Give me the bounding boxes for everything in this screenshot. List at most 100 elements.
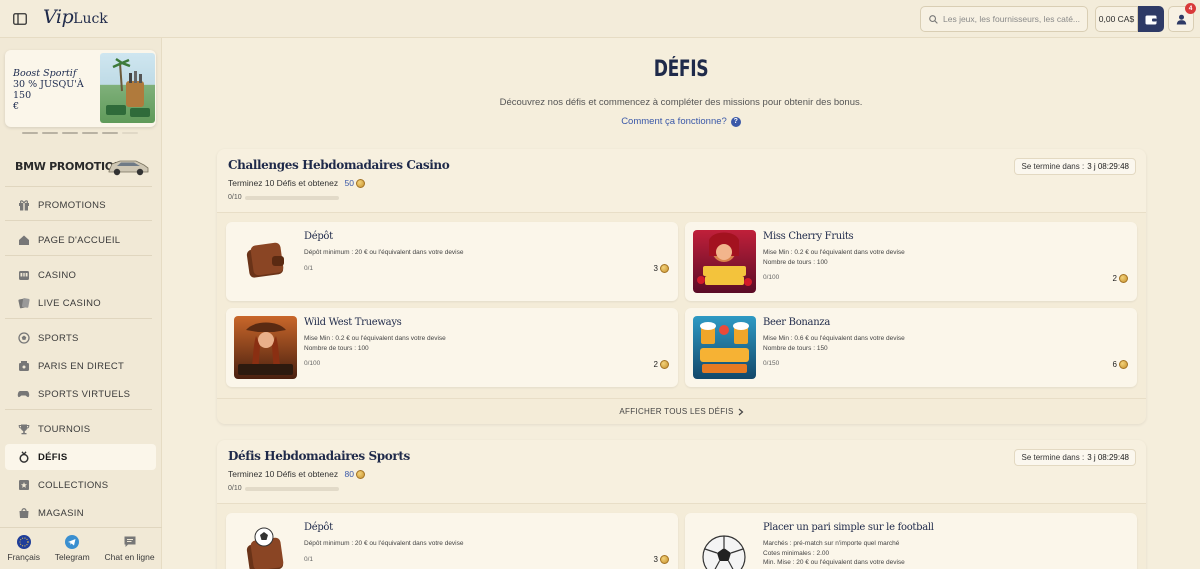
- how-it-works-label: Comment ça fonctionne?: [621, 116, 727, 127]
- goal-text: Terminez 10 Défis et obtenez: [228, 178, 339, 188]
- search-input[interactable]: [943, 14, 1083, 24]
- challenge-card-football-single-bet[interactable]: Placer un pari simple sur le football Ma…: [685, 513, 1137, 569]
- promo-text: Boost Sportif 30 % JUSQU'À 150 €: [13, 68, 84, 112]
- sidebar-item-label: LIVE CASINO: [38, 297, 101, 309]
- sidebar-divider: [5, 409, 152, 410]
- carousel-dots: [22, 132, 138, 134]
- section-header: Défis Hebdomadaires Sports Terminez 10 D…: [217, 440, 1146, 504]
- progress-bar: [244, 195, 339, 200]
- card-progress: 0/100: [304, 360, 321, 367]
- coin-icon: [660, 360, 669, 369]
- challenge-card-deposit[interactable]: Dépôt Dépôt minimum : 20 € ou l'équivale…: [226, 513, 678, 569]
- sidebar-item-home[interactable]: PAGE D'ACCUEIL: [5, 227, 156, 253]
- card-reward: 3: [654, 264, 669, 273]
- eu-flag-icon: [16, 535, 31, 549]
- promo-banner[interactable]: Boost Sportif 30 % JUSQU'À 150 €: [5, 50, 156, 127]
- site-logo[interactable]: VipLuck: [43, 6, 108, 32]
- miss-cherry-fruits-thumbnail: [693, 230, 756, 293]
- sidebar-item-challenges[interactable]: DÉFIS: [5, 444, 156, 470]
- card-title: Miss Cherry Fruits: [763, 231, 854, 242]
- sidebar-item-label: DÉFIS: [38, 451, 68, 463]
- promo-image: [100, 53, 155, 123]
- section-progress: 0/10: [228, 485, 339, 492]
- challenge-card-wild-west-trueways[interactable]: Wild West Trueways Mise Min : 0.2 € ou l…: [226, 308, 678, 387]
- card-description: Dépôt minimum : 20 € ou l'équivalent dan…: [304, 249, 464, 256]
- balance-display[interactable]: 0,00 CA$: [1095, 6, 1138, 32]
- sidebar-item-shop[interactable]: MAGASIN: [5, 500, 156, 526]
- bmw-promotion-link[interactable]: BMW PROMOTION: [5, 148, 156, 185]
- beer-bonanza-thumbnail: [693, 316, 756, 379]
- telegram-icon: [65, 535, 80, 549]
- account-button[interactable]: 4: [1168, 3, 1196, 32]
- section-progress: 0/10: [228, 194, 339, 201]
- telegram-link[interactable]: Telegram: [55, 535, 90, 562]
- sidebar-item-label: CASINO: [38, 269, 77, 281]
- progress-bar: [244, 486, 339, 491]
- countdown-badge: Se termine dans :3 j 08:29:48: [1014, 449, 1136, 466]
- countdown-value: 3 j 08:29:48: [1087, 453, 1129, 462]
- sidebar-item-label: PARIS EN DIRECT: [38, 360, 125, 372]
- sidebar-item-label: PROMOTIONS: [38, 199, 106, 211]
- card-reward: 2: [1113, 274, 1128, 283]
- sidebar-divider: [5, 220, 152, 221]
- wallet-football-image: [234, 521, 297, 569]
- section-title: Challenges Hebdomadaires Casino: [228, 158, 450, 172]
- coin-icon: [1119, 274, 1128, 283]
- card-description: Mise Min : 0.2 € ou l'équivalent dans vo…: [304, 335, 446, 352]
- cards-icon: [17, 297, 30, 310]
- section-goal: Terminez 10 Défis et obtenez 80: [228, 469, 365, 479]
- wallet-button[interactable]: [1138, 6, 1164, 32]
- carousel-dot[interactable]: [102, 132, 118, 134]
- wallet-image: [234, 230, 297, 293]
- chevron-right-icon: [738, 408, 744, 415]
- show-all-challenges-button[interactable]: AFFICHER TOUS LES DÉFIS: [217, 398, 1146, 424]
- carousel-dot[interactable]: [22, 132, 38, 134]
- card-title: Wild West Trueways: [304, 317, 402, 328]
- wallet-icon: [1145, 15, 1157, 24]
- coin-icon: [660, 555, 669, 564]
- sidebar-item-live-casino[interactable]: LIVE CASINO: [5, 290, 156, 316]
- sidebar-divider: [5, 318, 152, 319]
- live-chat-link[interactable]: Chat en ligne: [105, 535, 155, 562]
- card-reward: 3: [654, 555, 669, 564]
- sidebar-item-tournaments[interactable]: TOURNOIS: [5, 416, 156, 442]
- coin-icon: [355, 178, 365, 188]
- sidebar-item-sports[interactable]: SPORTS: [5, 325, 156, 351]
- card-description: Dépôt minimum : 20 € ou l'équivalent dan…: [304, 540, 464, 547]
- search-box[interactable]: [920, 6, 1088, 32]
- notification-badge: 4: [1185, 3, 1196, 14]
- sidebar-toggle-icon[interactable]: [8, 7, 32, 31]
- language-selector[interactable]: Français: [7, 535, 40, 562]
- countdown-badge: Se termine dans :3 j 08:29:48: [1014, 158, 1136, 175]
- sidebar-item-collections[interactable]: COLLECTIONS: [5, 472, 156, 498]
- sidebar: Boost Sportif 30 % JUSQU'À 150 € BMW PRO…: [0, 38, 162, 569]
- medal-icon: [17, 451, 30, 464]
- coin-icon: [660, 264, 669, 273]
- carousel-dot[interactable]: [42, 132, 58, 134]
- sidebar-item-virtual-sports[interactable]: SPORTS VIRTUELS: [5, 381, 156, 407]
- challenge-card-deposit[interactable]: Dépôt Dépôt minimum : 20 € ou l'équivale…: [226, 222, 678, 301]
- sidebar-item-label: MAGASIN: [38, 507, 84, 519]
- challenge-card-miss-cherry-fruits[interactable]: Miss Cherry Fruits Mise Min : 0.2 € ou l…: [685, 222, 1137, 301]
- sidebar-item-live-betting[interactable]: PARIS EN DIRECT: [5, 353, 156, 379]
- carousel-dot[interactable]: [82, 132, 98, 134]
- how-it-works-link[interactable]: Comment ça fonctionne? ?: [162, 116, 1200, 127]
- countdown-label: Se termine dans :: [1021, 162, 1085, 171]
- sidebar-item-casino[interactable]: CASINO: [5, 262, 156, 288]
- challenge-section-casino: Challenges Hebdomadaires Casino Terminez…: [217, 149, 1146, 424]
- carousel-dot[interactable]: [62, 132, 78, 134]
- section-goal: Terminez 10 Défis et obtenez 50: [228, 178, 365, 188]
- collection-icon: [17, 479, 30, 492]
- challenge-section-sports: Défis Hebdomadaires Sports Terminez 10 D…: [217, 440, 1146, 569]
- countdown-label: Se termine dans :: [1021, 453, 1085, 462]
- goal-amount: 50: [344, 178, 354, 188]
- wild-west-trueways-thumbnail: [234, 316, 297, 379]
- help-icon: ?: [730, 116, 741, 127]
- sidebar-item-label: SPORTS: [38, 332, 79, 344]
- challenge-card-beer-bonanza[interactable]: Beer Bonanza Mise Min : 0.6 € ou l'équiv…: [685, 308, 1137, 387]
- trophy-icon: [17, 423, 30, 436]
- sidebar-item-label: SPORTS VIRTUELS: [38, 388, 131, 400]
- chat-icon: [124, 536, 136, 547]
- sidebar-item-promotions[interactable]: PROMOTIONS: [5, 192, 156, 218]
- carousel-dot-active[interactable]: [122, 132, 138, 134]
